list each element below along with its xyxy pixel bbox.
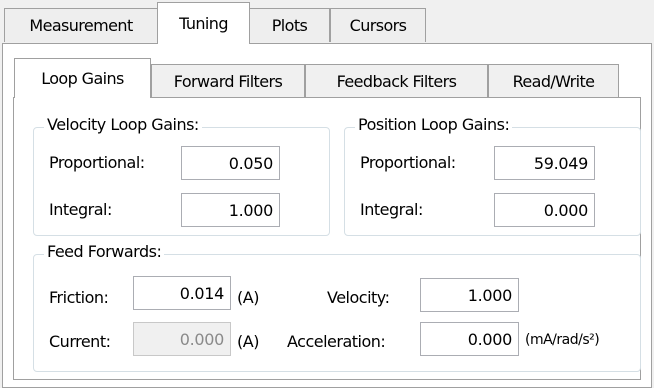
friction-field[interactable] — [133, 276, 231, 310]
acceleration-unit: (mA/rad/s²) — [525, 332, 600, 348]
tab-label: Plots — [271, 16, 308, 35]
tab-measurement[interactable]: Measurement — [4, 8, 158, 42]
tab-label: Loop Gains — [41, 69, 124, 88]
velocity-proportional-field[interactable] — [181, 146, 280, 180]
friction-label: Friction: — [49, 288, 109, 307]
tab-plots[interactable]: Plots — [249, 8, 330, 42]
tab-label: Read/Write — [512, 71, 595, 91]
acceleration-field[interactable] — [420, 322, 519, 356]
position-proportional-field[interactable] — [494, 146, 595, 180]
position-loop-gains-group: Position Loop Gains: — [344, 115, 641, 236]
velocity-integral-field[interactable] — [181, 193, 280, 227]
position-proportional-label: Proportional: — [360, 153, 456, 172]
position-integral-field[interactable] — [494, 193, 595, 227]
tab-tuning[interactable]: Tuning — [157, 2, 250, 44]
tab-label: Measurement — [29, 16, 133, 35]
tab-forward-filters[interactable]: Forward Filters — [151, 64, 305, 97]
tab-feedback-filters[interactable]: Feedback Filters — [305, 64, 488, 97]
friction-unit: (A) — [237, 288, 259, 307]
tab-label: Feedback Filters — [336, 71, 457, 91]
ff-velocity-label: Velocity: — [327, 288, 390, 307]
current-unit: (A) — [237, 332, 259, 351]
position-integral-label: Integral: — [360, 200, 423, 219]
tab-label: Forward Filters — [173, 71, 283, 91]
ff-velocity-field[interactable] — [420, 278, 519, 312]
position-loop-gains-title: Position Loop Gains: — [355, 115, 513, 134]
feed-forwards-title: Feed Forwards: — [44, 242, 165, 261]
current-label: Current: — [49, 332, 111, 351]
tab-label: Tuning — [179, 14, 228, 33]
velocity-loop-gains-title: Velocity Loop Gains: — [44, 115, 202, 134]
tab-label: Cursors — [349, 16, 407, 35]
velocity-proportional-label: Proportional: — [49, 153, 145, 172]
tab-loop-gains[interactable]: Loop Gains — [14, 58, 151, 98]
feed-forwards-group: Feed Forwards: — [33, 242, 641, 372]
current-field — [133, 322, 231, 356]
tab-cursors[interactable]: Cursors — [330, 8, 426, 42]
tab-read-write[interactable]: Read/Write — [488, 64, 619, 97]
velocity-integral-label: Integral: — [49, 200, 112, 219]
acceleration-label: Acceleration: — [287, 332, 386, 351]
